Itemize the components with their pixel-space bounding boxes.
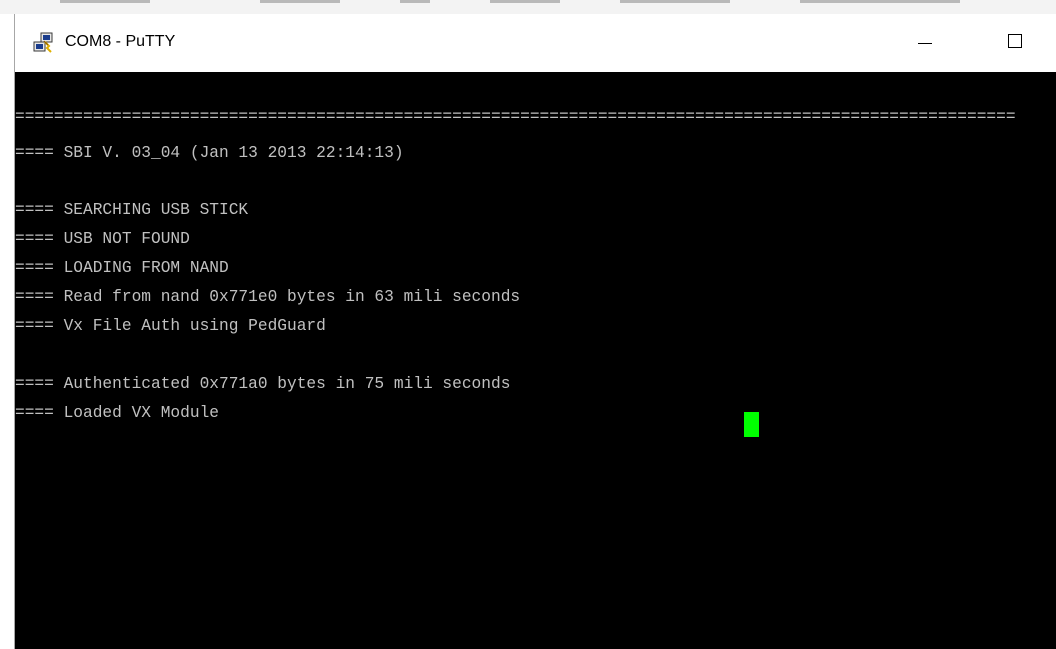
background-text <box>60 0 150 3</box>
maximize-icon <box>1008 34 1022 48</box>
putty-window[interactable]: COM8 - PuTTY ===========================… <box>14 14 1056 649</box>
window-title: COM8 - PuTTY <box>65 33 176 50</box>
terminal-line: ==== Read from nand 0x771e0 bytes in 63 … <box>15 288 521 306</box>
background-text <box>620 0 730 3</box>
minimize-icon <box>918 43 932 44</box>
terminal-line: ==== USB NOT FOUND <box>15 230 190 248</box>
putty-icon[interactable] <box>32 32 54 54</box>
background-text <box>400 0 430 3</box>
background-text <box>490 0 560 3</box>
terminal-line: ==== Authenticated 0x771a0 bytes in 75 m… <box>15 375 511 393</box>
terminal-line: ==== SEARCHING USB STICK <box>15 201 249 219</box>
background-window-strip <box>0 0 1056 14</box>
terminal-area[interactable]: ========================================… <box>15 72 1056 649</box>
background-text <box>800 0 960 3</box>
minimize-button[interactable] <box>902 14 948 72</box>
terminal-line: ==== Vx File Auth using PedGuard <box>15 317 326 335</box>
terminal-line: ==== Loaded VX Module <box>15 404 219 422</box>
terminal-cursor <box>744 412 759 437</box>
title-bar[interactable]: COM8 - PuTTY <box>15 14 1056 72</box>
desktop: COM8 - PuTTY ===========================… <box>0 0 1056 649</box>
terminal-line: ==== SBI V. 03_04 (Jan 13 2013 22:14:13) <box>15 144 404 162</box>
maximize-button[interactable] <box>992 14 1038 72</box>
terminal-line: ========================================… <box>15 108 1016 126</box>
terminal-line: ==== LOADING FROM NAND <box>15 259 229 277</box>
background-text <box>260 0 340 3</box>
